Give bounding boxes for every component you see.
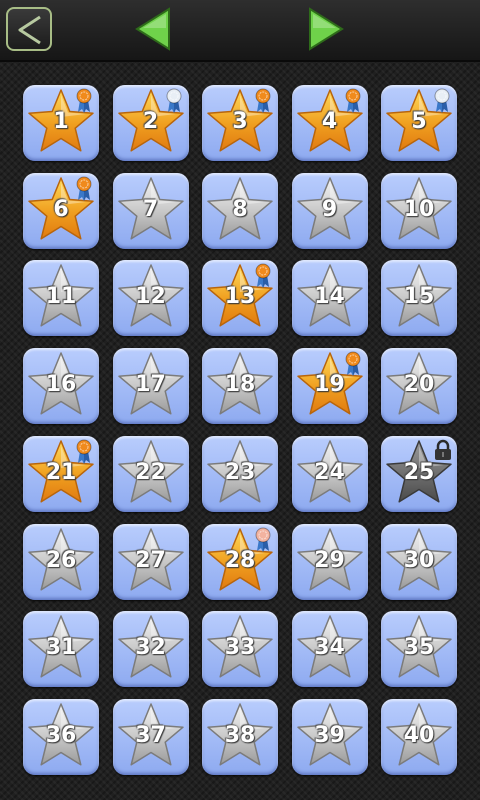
level-tile[interactable]: 4 [291,85,368,161]
previous-page-button[interactable] [133,6,173,52]
level-number: 5 [411,109,427,134]
next-page-button[interactable] [306,6,346,52]
level-number: 27 [135,547,166,573]
level-tile[interactable]: 20 [381,348,457,425]
level-number: 24 [314,459,345,485]
level-tile[interactable]: 32 [112,611,189,688]
level-number: 33 [224,635,256,661]
level-tile[interactable]: 30 [381,523,457,600]
level-tile[interactable]: 35 [381,611,457,688]
level-number: 20 [403,372,435,398]
level-number: 4 [321,109,338,134]
level-tile[interactable]: 27 [112,523,189,600]
level-number: 13 [224,284,256,310]
level-tile[interactable]: 1 [23,85,99,161]
level-number: 32 [135,635,166,661]
level-number: 11 [45,284,77,310]
level-tile[interactable]: 34 [291,611,368,688]
level-tile[interactable]: 5 [381,85,457,161]
level-tile[interactable]: 7 [112,172,189,249]
level-tile[interactable]: 24 [291,435,368,512]
level-tile[interactable]: 39 [291,698,368,775]
level-tile[interactable]: 40 [381,698,457,775]
level-tile[interactable]: 23 [202,435,278,512]
back-arrow-icon [18,15,41,45]
level-tile[interactable]: 12 [112,260,189,337]
level-tile[interactable]: 36 [23,698,99,775]
level-number: 29 [314,547,345,573]
level-number: 38 [224,722,256,748]
level-number: 30 [403,547,435,573]
level-number: 3 [232,109,248,134]
level-number: 40 [403,722,435,748]
level-tile[interactable]: 28 [202,523,278,600]
back-button[interactable] [6,7,52,51]
level-number: 35 [403,635,435,661]
level-tile[interactable]: 9 [291,172,368,249]
level-tile[interactable]: 15 [381,260,457,337]
triangle-right-icon [309,7,344,51]
level-number: 14 [314,284,345,310]
level-tile[interactable]: 11 [23,260,99,337]
level-number: 36 [45,722,77,748]
level-number: 10 [403,196,435,222]
level-number: 23 [224,459,256,485]
level-tile[interactable]: 31 [23,611,99,688]
level-tile[interactable]: 8 [202,172,278,249]
level-tile[interactable]: 22 [112,435,189,512]
level-number: 7 [142,196,159,222]
level-number: 2 [142,109,159,134]
level-number: 34 [314,635,345,661]
level-number: 8 [232,196,248,222]
level-tile[interactable]: 29 [291,523,368,600]
level-tile[interactable]: 13 [202,260,278,337]
triangle-left-icon [135,7,170,51]
level-number: 22 [135,459,166,485]
level-number: 17 [135,372,166,398]
level-number: 6 [53,196,69,222]
level-tile[interactable]: 37 [112,698,189,775]
level-number: 31 [45,635,77,661]
level-tile[interactable]: 38 [202,698,278,775]
level-tile[interactable]: 18 [202,348,278,425]
level-tile[interactable]: 33 [202,611,278,688]
level-number: 37 [135,722,166,748]
level-tile: 25 [381,435,457,512]
level-tile[interactable]: 26 [23,523,99,600]
level-number: 28 [224,547,256,573]
level-number: 1 [53,109,69,134]
level-tile[interactable]: 16 [23,348,99,425]
level-tile[interactable]: 2 [112,85,189,161]
level-tile[interactable]: 17 [112,348,189,425]
level-number: 18 [224,372,256,398]
level-number: 15 [403,284,435,310]
level-number: 21 [45,459,77,485]
level-number: 9 [321,196,338,222]
level-number: 16 [45,372,77,398]
level-number: 26 [45,547,77,573]
level-number: 12 [135,284,166,310]
level-tile[interactable]: 6 [23,172,99,249]
level-tile[interactable]: 3 [202,85,278,161]
level-tile[interactable]: 21 [23,435,99,512]
level-tile[interactable]: 19 [291,348,368,425]
level-number: 39 [314,722,345,748]
level-tile[interactable]: 14 [291,260,368,337]
level-number: 25 [403,459,435,485]
level-number: 19 [314,372,345,398]
top-bar [0,0,480,62]
level-tile[interactable]: 10 [381,172,457,249]
